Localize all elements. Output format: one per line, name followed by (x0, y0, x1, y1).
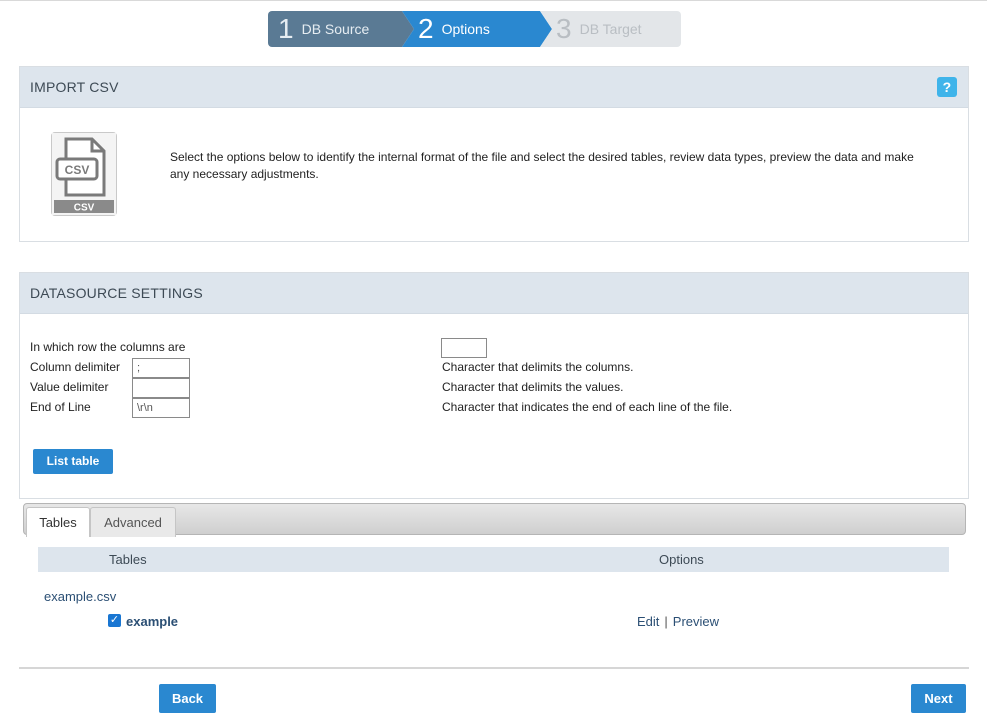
preview-link[interactable]: Preview (673, 614, 719, 629)
value-delimiter-input[interactable] (132, 378, 190, 398)
step-label: Options (441, 21, 490, 37)
import-csv-panel: IMPORT CSV ? CSV CSV Select the options … (19, 66, 969, 242)
step-number: 2 (418, 13, 434, 44)
datasource-settings-panel: DATASOURCE SETTINGS In which row the col… (19, 272, 969, 499)
tables-header-row: Tables Options (38, 547, 949, 572)
column-delimiter-hint: Character that delimits the columns. (442, 360, 634, 374)
header-row-input[interactable] (441, 338, 487, 358)
panel-title: DATASOURCE SETTINGS (30, 285, 203, 301)
end-of-line-hint: Character that indicates the end of each… (442, 400, 733, 414)
table-name: example (126, 614, 179, 629)
back-button[interactable]: Back (159, 684, 216, 713)
file-name: example.csv (44, 589, 117, 604)
step-number: 1 (278, 13, 294, 44)
panel-header: DATASOURCE SETTINGS (20, 273, 968, 314)
list-table-button[interactable]: List table (33, 449, 113, 474)
column-delimiter-input[interactable] (132, 358, 190, 378)
end-of-line-label: End of Line (30, 400, 91, 414)
step-label: DB Target (579, 21, 642, 37)
tables-column-header: Tables (109, 552, 147, 567)
step-number: 3 (556, 13, 572, 44)
top-border (0, 0, 987, 1)
next-button[interactable]: Next (911, 684, 966, 713)
help-icon[interactable]: ? (937, 77, 957, 97)
step-label: DB Source (301, 21, 370, 37)
panel-title: IMPORT CSV (30, 79, 119, 95)
link-separator: | (664, 614, 668, 629)
step-db-target[interactable]: 3 DB Target (540, 11, 681, 47)
panel-header: IMPORT CSV ? (20, 67, 968, 108)
csv-icon-inner-text: CSV (65, 163, 90, 177)
column-delimiter-label: Column delimiter (30, 360, 121, 374)
step-db-source[interactable]: 1 DB Source (268, 11, 414, 47)
import-description: Select the options below to identify the… (170, 150, 914, 181)
csv-icon-label: CSV (74, 203, 95, 214)
end-of-line-input[interactable] (132, 398, 190, 418)
tab-tables[interactable]: Tables (26, 507, 90, 537)
step-options[interactable]: 2 Options (402, 11, 552, 47)
edit-link[interactable]: Edit (637, 614, 659, 629)
options-column-header: Options (659, 552, 704, 567)
csv-file-icon: CSV CSV (51, 132, 117, 216)
footer-divider (19, 667, 969, 669)
wizard-steps: 1 DB Source 2 Options 3 DB Target (268, 11, 681, 47)
tab-bar: Tables Advanced (23, 503, 966, 537)
table-options: Edit | Preview (637, 614, 719, 629)
value-delimiter-label: Value delimiter (30, 380, 109, 394)
header-row-label: In which row the columns are (30, 340, 186, 354)
value-delimiter-hint: Character that delimits the values. (442, 380, 624, 394)
tab-advanced[interactable]: Advanced (90, 507, 176, 537)
table-checkbox-checked-icon[interactable]: ✓ (108, 614, 121, 627)
